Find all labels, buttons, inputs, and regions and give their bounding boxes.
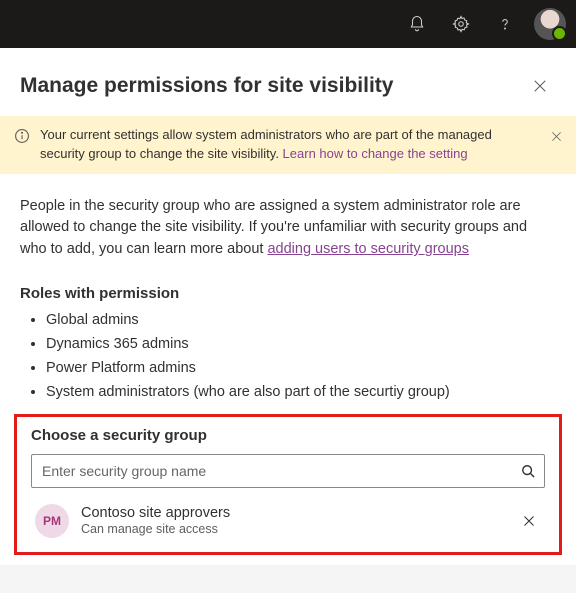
notifications-button[interactable] <box>396 3 438 45</box>
role-item: Dynamics 365 admins <box>46 336 556 352</box>
role-item: Power Platform admins <box>46 360 556 376</box>
panel-title: Manage permissions for site visibility <box>20 74 393 98</box>
dismiss-info-button[interactable] <box>546 126 566 146</box>
roles-list: Global admins Dynamics 365 admins Power … <box>20 312 556 400</box>
security-group-search-input[interactable] <box>31 454 545 488</box>
panel-description: People in the security group who are ass… <box>20 196 556 261</box>
group-info: Contoso site approvers Can manage site a… <box>81 505 505 536</box>
panel-header: Manage permissions for site visibility <box>20 70 556 102</box>
settings-button[interactable] <box>440 3 482 45</box>
info-bar-text: Your current settings allow system admin… <box>40 126 536 164</box>
info-bar-link[interactable]: Learn how to change the setting <box>283 146 468 161</box>
role-item: Global admins <box>46 312 556 328</box>
info-bar: Your current settings allow system admin… <box>0 116 576 174</box>
info-icon <box>14 128 30 144</box>
close-icon <box>533 79 547 93</box>
security-groups-link[interactable]: adding users to security groups <box>267 241 469 257</box>
search-wrap <box>31 454 545 488</box>
search-icon <box>521 464 535 478</box>
question-icon <box>496 15 514 33</box>
close-panel-button[interactable] <box>524 70 556 102</box>
bell-icon <box>408 15 426 33</box>
group-description: Can manage site access <box>81 522 505 536</box>
highlight-box: Choose a security group PM Contoso site … <box>14 414 562 555</box>
gear-icon <box>452 15 470 33</box>
help-button[interactable] <box>484 3 526 45</box>
remove-group-button[interactable] <box>517 509 541 533</box>
selected-group-item: PM Contoso site approvers Can manage sit… <box>31 504 545 538</box>
choose-group-heading: Choose a security group <box>31 427 545 444</box>
group-avatar: PM <box>35 504 69 538</box>
close-icon <box>523 515 535 527</box>
roles-heading: Roles with permission <box>20 285 556 302</box>
close-icon <box>551 131 562 142</box>
user-avatar[interactable] <box>534 8 566 40</box>
permissions-panel: Manage permissions for site visibility Y… <box>0 48 576 565</box>
group-name: Contoso site approvers <box>81 505 505 521</box>
role-item: System administrators (who are also part… <box>46 384 556 400</box>
top-bar <box>0 0 576 48</box>
